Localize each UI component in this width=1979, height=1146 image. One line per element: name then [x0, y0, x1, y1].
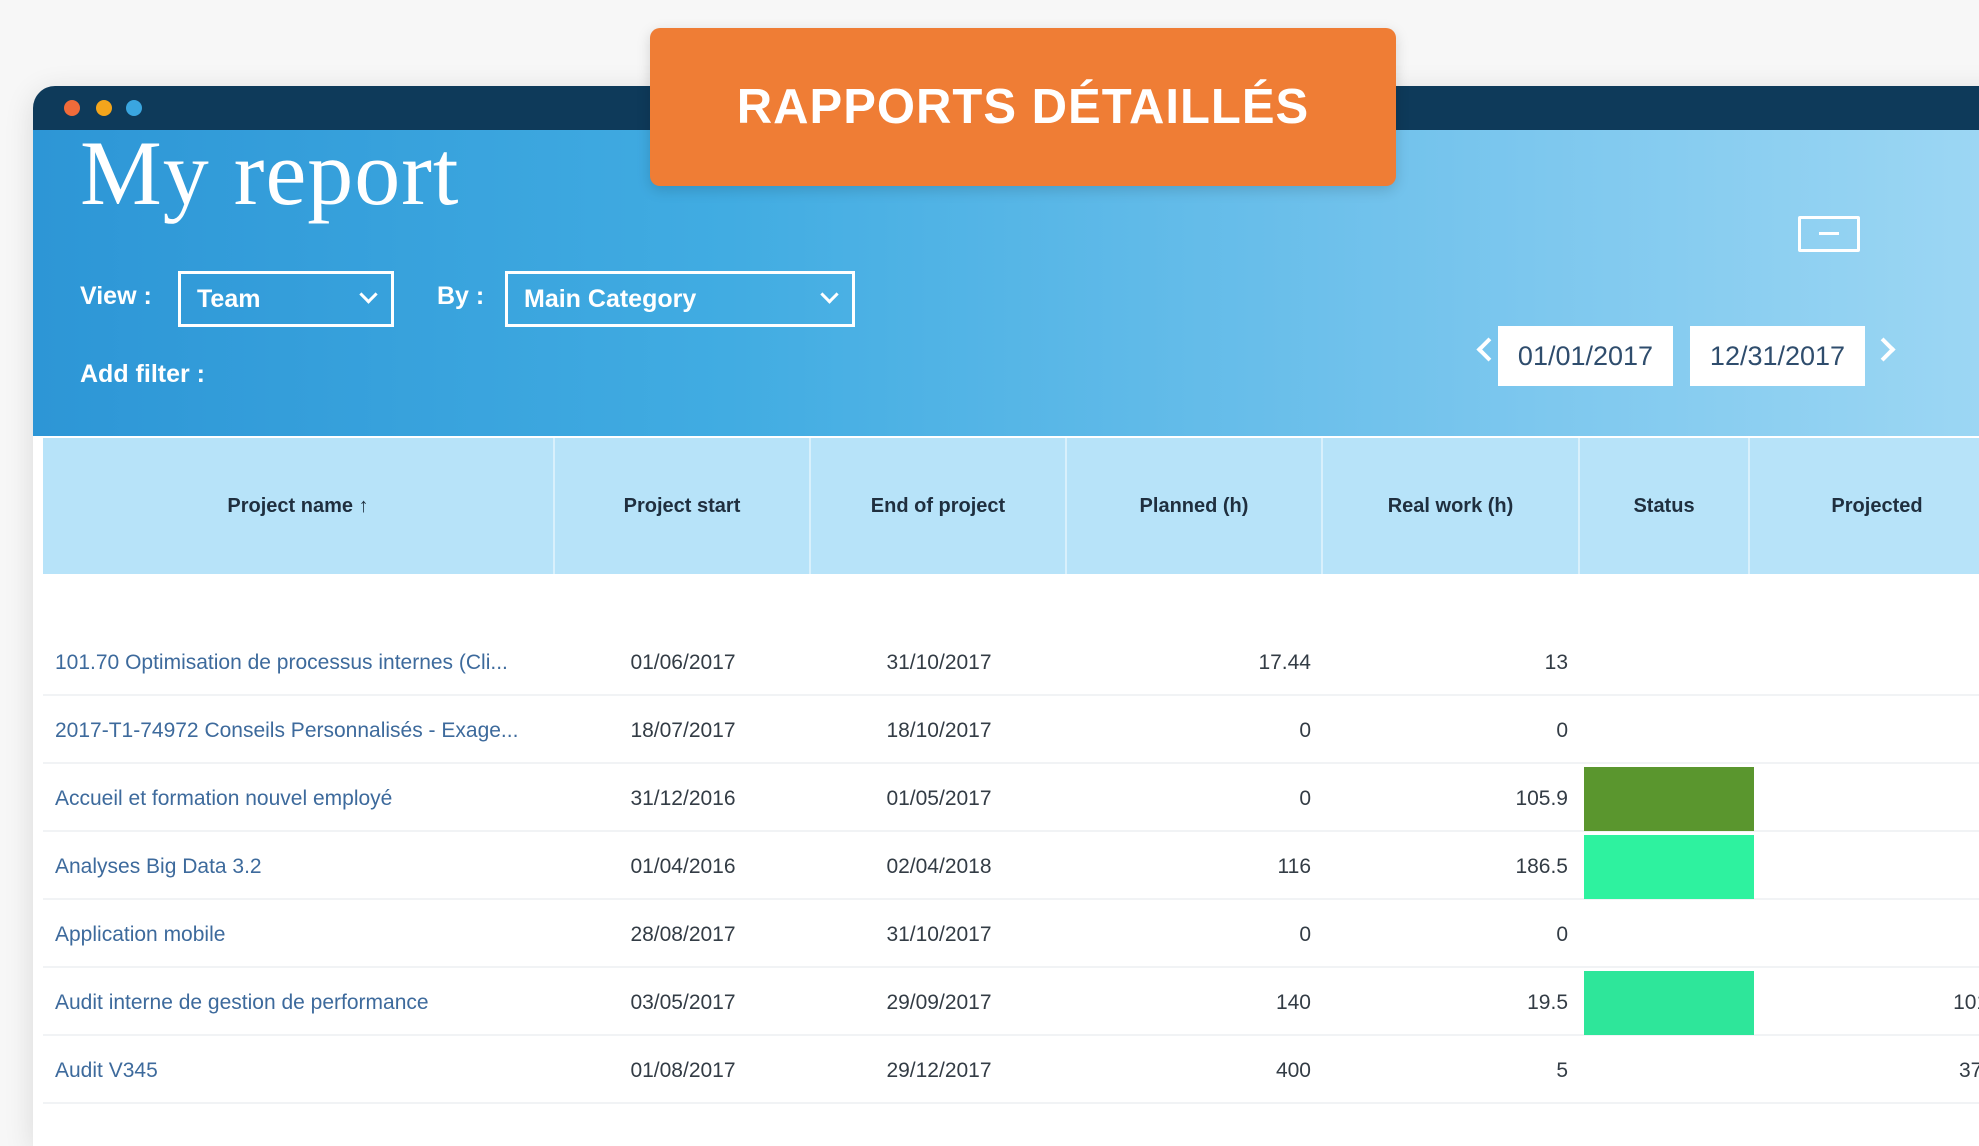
cell-end-of-project: 29/12/2017 [886, 1059, 992, 1082]
feature-badge: RAPPORTS DÉTAILLÉS [650, 28, 1396, 186]
cell-projected [1750, 834, 1979, 900]
column-header-status[interactable]: Status [1580, 438, 1750, 574]
cell-project-name[interactable]: Analyses Big Data 3.2 [43, 834, 555, 900]
cell-projected [1750, 766, 1979, 832]
report-window: My report View : Team By : Main Category… [33, 86, 1979, 1146]
status-indicator [1584, 767, 1754, 831]
page-title: My report [80, 122, 460, 224]
table-row[interactable]: Accueil et formation nouvel employé 31/12… [43, 766, 1979, 832]
cell-projected: 372 [1958, 1059, 1979, 1082]
table-row[interactable]: 2017-T1-74972 Conseils Personnalisés - E… [43, 698, 1979, 764]
cell-end-of-project: 29/09/2017 [886, 991, 992, 1014]
view-select[interactable]: Team [178, 271, 394, 327]
cell-projected: 7 [1750, 630, 1979, 696]
table-row[interactable]: Audit V345 01/08/2017 29/12/2017 400 5 372 [43, 1038, 1979, 1104]
by-label: By : [437, 282, 485, 310]
by-select-value: Main Category [524, 284, 697, 313]
cell-real-work: 19.5 [1527, 991, 1568, 1014]
table-row[interactable]: Application mobile 28/08/2017 31/10/2017 0 0 [43, 902, 1979, 968]
column-header-projected[interactable]: Projected [1750, 438, 1979, 574]
chevron-down-icon [359, 285, 378, 304]
cell-project-name[interactable]: Accueil et formation nouvel employé [43, 766, 555, 832]
cell-real-work: 13 [1544, 651, 1568, 674]
cell-planned: 0 [1299, 787, 1311, 810]
cell-project-name[interactable]: 2017-T1-74972 Conseils Personnalisés - E… [43, 698, 555, 764]
cell-end-of-project: 01/05/2017 [886, 787, 992, 810]
column-header-end-of-project[interactable]: End of project [811, 438, 1067, 574]
cell-planned: 0 [1299, 719, 1311, 742]
status-indicator [1584, 971, 1754, 1035]
table-row[interactable]: Audit interne de gestion de performance 0… [43, 970, 1979, 1036]
cell-planned: 116 [1277, 855, 1311, 878]
cell-projected: 101. [1953, 991, 1979, 1014]
date-to-field[interactable]: 12/31/2017 [1690, 326, 1865, 386]
cell-projected [1750, 698, 1979, 764]
cell-project-start: 31/12/2016 [630, 787, 736, 810]
column-header-project-name[interactable]: Project name ↑ [43, 438, 555, 574]
cell-real-work: 0 [1556, 923, 1568, 946]
chevron-down-icon [820, 285, 839, 304]
column-header-real-work[interactable]: Real work (h) [1323, 438, 1580, 574]
cell-real-work: 105.9 [1515, 787, 1568, 810]
cell-project-start: 01/04/2016 [630, 855, 736, 878]
cell-project-start: 03/05/2017 [630, 991, 736, 1014]
maximize-window-dot-icon[interactable] [126, 100, 142, 116]
cell-project-name[interactable]: 101.70 Optimisation de processus interne… [43, 630, 555, 696]
close-window-dot-icon[interactable] [64, 100, 80, 116]
cell-project-start: 01/08/2017 [630, 1059, 736, 1082]
cell-projected [1750, 902, 1979, 968]
cell-real-work: 5 [1556, 1059, 1568, 1082]
collapse-icon[interactable] [1798, 216, 1860, 252]
cell-real-work: 0 [1556, 719, 1568, 742]
cell-planned: 140 [1275, 991, 1311, 1014]
cell-real-work: 186.5 [1515, 855, 1568, 878]
table-header: Project name ↑ Project start End of proj… [43, 438, 1979, 588]
header-divider [43, 574, 1979, 588]
status-indicator [1584, 835, 1754, 899]
table-row[interactable]: Analyses Big Data 3.2 01/04/2016 02/04/201… [43, 834, 1979, 900]
view-select-value: Team [197, 284, 261, 313]
cell-end-of-project: 31/10/2017 [886, 923, 992, 946]
cell-project-name[interactable]: Application mobile [43, 902, 555, 968]
minimize-window-dot-icon[interactable] [96, 100, 112, 116]
cell-planned: 17.44 [1258, 651, 1311, 674]
table-row[interactable]: 101.70 Optimisation de processus interne… [43, 630, 1979, 696]
view-label: View : [80, 282, 152, 310]
cell-end-of-project: 31/10/2017 [886, 651, 992, 674]
column-header-planned[interactable]: Planned (h) [1067, 438, 1323, 574]
cell-end-of-project: 18/10/2017 [886, 719, 992, 742]
cell-project-start: 18/07/2017 [630, 719, 736, 742]
cell-end-of-project: 02/04/2018 [886, 855, 992, 878]
by-select[interactable]: Main Category [505, 271, 855, 327]
date-from-field[interactable]: 01/01/2017 [1498, 326, 1673, 386]
cell-project-name[interactable]: Audit interne de gestion de performance [43, 970, 555, 1036]
cell-project-start: 01/06/2017 [630, 651, 736, 674]
column-header-project-start[interactable]: Project start [555, 438, 811, 574]
cell-project-name[interactable]: Audit V345 [43, 1038, 555, 1104]
add-filter-label[interactable]: Add filter : [80, 360, 205, 389]
cell-project-start: 28/08/2017 [630, 923, 736, 946]
cell-planned: 0 [1299, 923, 1311, 946]
cell-planned: 400 [1275, 1059, 1311, 1082]
